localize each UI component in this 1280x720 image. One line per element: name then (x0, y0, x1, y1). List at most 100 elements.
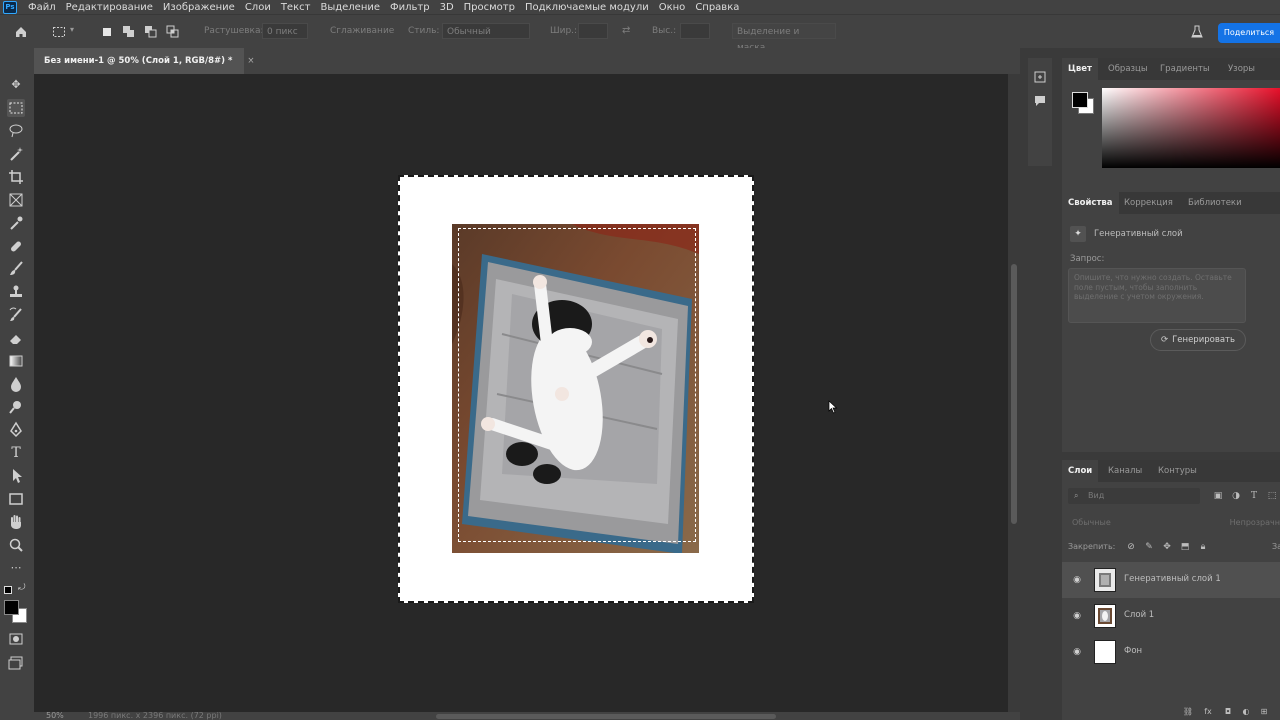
layer-name[interactable]: Фон (1124, 646, 1142, 656)
path-selection-tool-icon[interactable] (7, 467, 25, 485)
comments-panel-icon[interactable] (1033, 94, 1047, 108)
menu-type[interactable]: Текст (281, 2, 311, 13)
menu-file[interactable]: Файл (28, 2, 56, 13)
layer-row-generative[interactable]: ◉ Генеративный слой 1 (1062, 562, 1280, 598)
document-canvas[interactable] (398, 175, 754, 603)
menu-3d[interactable]: 3D (440, 2, 454, 13)
tab-libraries[interactable]: Библиотеки (1188, 192, 1242, 214)
new-selection-icon[interactable] (100, 25, 114, 39)
rect-marquee-preset-icon[interactable] (52, 25, 66, 39)
filter-type-icon[interactable]: T (1248, 490, 1260, 502)
tab-gradients[interactable]: Градиенты (1160, 58, 1210, 80)
layers-filter-select[interactable]: ⌕ Вид (1068, 488, 1200, 504)
filter-adjustment-icon[interactable]: ◑ (1230, 490, 1242, 502)
document-tab[interactable]: Без имени-1 @ 50% (Слой 1, RGB/8#) * × (34, 48, 255, 74)
lock-all-icon[interactable]: 🔒︎ (1196, 540, 1210, 554)
chevron-down-icon[interactable]: ▾ (70, 25, 78, 39)
tab-channels[interactable]: Каналы (1108, 460, 1142, 482)
menu-filter[interactable]: Фильтр (390, 2, 430, 13)
new-adjustment-icon[interactable]: ◐ (1240, 706, 1252, 718)
hand-tool-icon[interactable] (7, 513, 25, 531)
type-tool-icon[interactable]: T (7, 444, 25, 462)
zoom-level[interactable]: 50% (46, 711, 64, 720)
menu-select[interactable]: Выделение (320, 2, 380, 13)
swap-colors-icon[interactable]: ⤾ (18, 583, 26, 593)
horizontal-scrollbar[interactable] (436, 714, 776, 719)
feather-input[interactable]: 0 пикс (262, 23, 308, 39)
clone-stamp-tool-icon[interactable] (7, 283, 25, 301)
layer-row-layer1[interactable]: ◉ Слой 1 (1062, 598, 1280, 634)
lock-transparent-icon[interactable]: ⊘ (1124, 540, 1138, 554)
brush-tool-icon[interactable] (7, 260, 25, 278)
document-info[interactable]: 1996 пикс. x 2396 пикс. (72 ppi) (88, 711, 222, 720)
link-layers-icon[interactable]: ⛓ (1182, 706, 1194, 718)
tab-paths[interactable]: Контуры (1158, 460, 1197, 482)
visibility-eye-icon[interactable]: ◉ (1070, 573, 1084, 587)
visibility-eye-icon[interactable]: ◉ (1070, 609, 1084, 623)
blur-tool-icon[interactable] (7, 375, 25, 393)
magic-wand-tool-icon[interactable] (7, 145, 25, 163)
scrollbar-thumb[interactable] (1011, 264, 1017, 524)
default-colors-icon[interactable] (4, 586, 12, 594)
tab-color[interactable]: Цвет (1062, 58, 1098, 80)
new-layer-icon[interactable]: ⊞ (1258, 706, 1270, 718)
menu-layers[interactable]: Слои (245, 2, 271, 13)
foreground-color-swatch[interactable] (4, 600, 19, 615)
gradient-tool-icon[interactable] (7, 352, 25, 370)
flask-icon[interactable] (1190, 25, 1204, 39)
visibility-eye-icon[interactable]: ◉ (1070, 645, 1084, 659)
layer-style-icon[interactable]: fx (1202, 706, 1214, 718)
screen-mode-icon[interactable] (7, 654, 25, 672)
tab-properties[interactable]: Свойства (1062, 192, 1119, 214)
lock-image-icon[interactable]: ✎ (1142, 540, 1156, 554)
add-to-selection-icon[interactable] (122, 25, 136, 39)
swap-dimensions-icon[interactable]: ⇄ (622, 25, 636, 39)
subtract-from-selection-icon[interactable] (144, 25, 158, 39)
menu-plugins[interactable]: Подключаемые модули (525, 2, 649, 13)
opacity-label[interactable]: Непрозрачн (1230, 518, 1280, 527)
layer-name[interactable]: Слой 1 (1124, 610, 1154, 620)
style-select[interactable]: Обычный (442, 23, 530, 39)
photoshop-logo-icon[interactable]: Ps (3, 1, 17, 14)
width-input[interactable] (578, 23, 608, 39)
height-input[interactable] (680, 23, 710, 39)
filter-shape-icon[interactable]: ⬚ (1266, 490, 1278, 502)
crop-tool-icon[interactable] (7, 168, 25, 186)
home-icon[interactable] (14, 25, 28, 39)
lasso-tool-icon[interactable] (7, 122, 25, 140)
menu-view[interactable]: Просмотр (464, 2, 515, 13)
eraser-tool-icon[interactable] (7, 329, 25, 347)
blend-mode-select[interactable]: Обычные (1072, 518, 1111, 527)
vertical-scrollbar[interactable] (1008, 74, 1020, 712)
menu-help[interactable]: Справка (695, 2, 739, 13)
move-tool-icon[interactable]: ✥ (7, 76, 25, 94)
history-brush-tool-icon[interactable] (7, 306, 25, 324)
prompt-input[interactable]: Опишите, что нужно создать. Оставьте пол… (1068, 268, 1246, 323)
share-button[interactable]: Поделиться (1218, 23, 1280, 43)
tab-patterns[interactable]: Узоры (1228, 58, 1255, 80)
add-mask-icon[interactable]: ◘ (1222, 706, 1234, 718)
select-and-mask-button[interactable]: Выделение и маска... (732, 23, 836, 53)
menu-image[interactable]: Изображение (163, 2, 235, 13)
tab-adjustments[interactable]: Коррекция (1124, 192, 1173, 214)
frame-tool-icon[interactable] (7, 191, 25, 209)
fill-label[interactable]: Зал (1272, 542, 1280, 551)
lock-position-icon[interactable]: ✥ (1160, 540, 1174, 554)
lock-artboard-icon[interactable]: ⬒ (1178, 540, 1192, 554)
foreground-color-chip[interactable] (1072, 92, 1088, 108)
layer-name[interactable]: Генеративный слой 1 (1124, 574, 1221, 584)
menu-edit[interactable]: Редактирование (66, 2, 153, 13)
intersect-selection-icon[interactable] (166, 25, 180, 39)
rectangle-tool-icon[interactable] (7, 490, 25, 508)
menu-window[interactable]: Окно (659, 2, 686, 13)
color-picker-field[interactable] (1102, 88, 1280, 168)
generate-button[interactable]: ⟳ Генерировать (1150, 329, 1246, 351)
history-panel-icon[interactable] (1033, 70, 1047, 84)
rect-marquee-tool-icon[interactable] (7, 99, 25, 117)
zoom-tool-icon[interactable] (7, 536, 25, 554)
more-tools-icon[interactable]: ⋯ (7, 559, 25, 577)
filter-pixel-icon[interactable]: ▣ (1212, 490, 1224, 502)
dodge-tool-icon[interactable] (7, 398, 25, 416)
antialias-checkbox-label[interactable]: Сглаживание (330, 26, 394, 36)
quick-mask-icon[interactable] (7, 630, 25, 648)
